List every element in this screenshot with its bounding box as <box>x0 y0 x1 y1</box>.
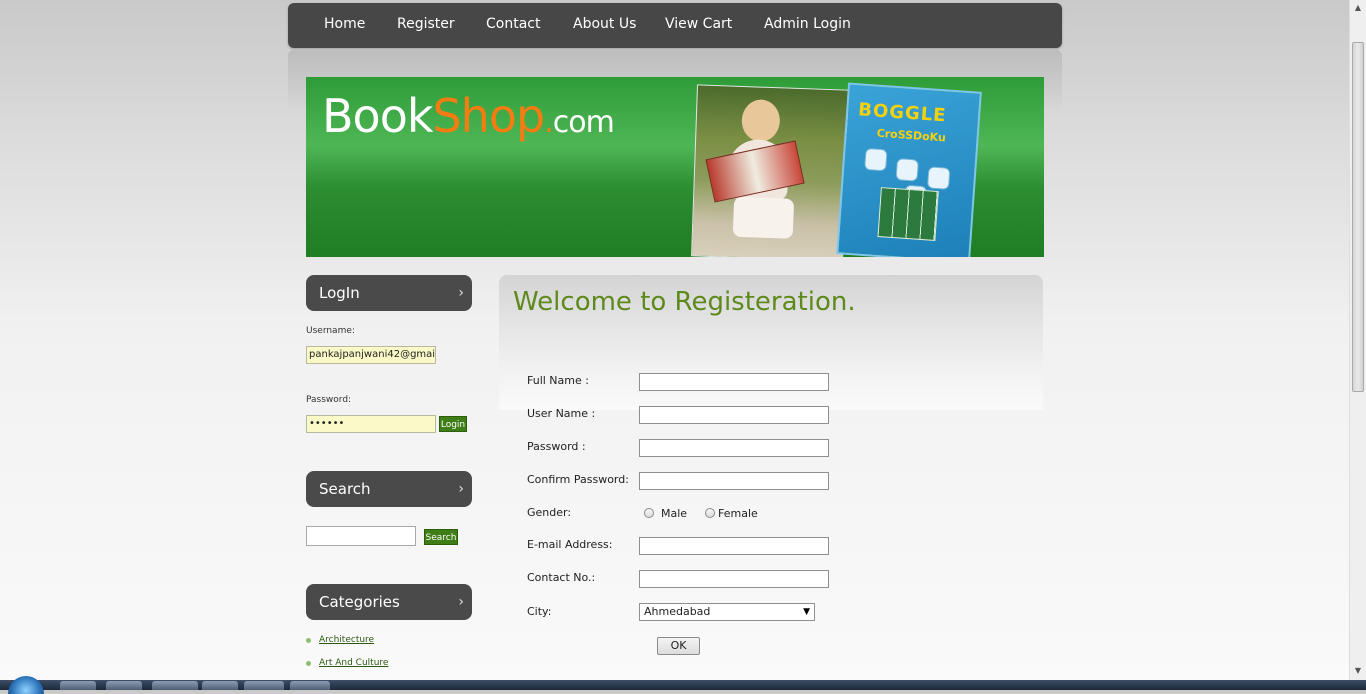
taskbar-app-button[interactable] <box>152 681 198 690</box>
confirm-password-input[interactable] <box>639 472 829 490</box>
logo-com-text: com <box>552 105 615 140</box>
gender-male-radio[interactable] <box>644 508 654 518</box>
password-field-label: Password : <box>527 440 586 453</box>
logo-dot-text: . <box>544 105 553 140</box>
dropdown-arrow-icon: ▼ <box>803 607 810 617</box>
nav-view-cart-link[interactable]: View Cart <box>665 3 732 48</box>
search-header-label: Search <box>319 480 371 498</box>
user-name-label: User Name : <box>527 407 596 420</box>
email-label: E-mail Address: <box>527 538 613 551</box>
full-name-label: Full Name : <box>527 374 589 387</box>
taskbar-app-button[interactable] <box>202 681 238 690</box>
taskbar-app-button[interactable] <box>106 681 142 690</box>
die-icon <box>864 147 888 172</box>
die-icon <box>895 158 919 182</box>
os-taskbar <box>0 676 1366 694</box>
user-name-input[interactable] <box>639 406 829 424</box>
gender-female-radio[interactable] <box>705 508 715 518</box>
vertical-scrollbar[interactable]: ▲ ▼ <box>1349 0 1366 680</box>
girl-reading-photo <box>691 84 849 257</box>
book-image <box>705 140 805 203</box>
category-link-architecture[interactable]: Architecture <box>306 635 374 645</box>
scroll-down-icon[interactable]: ▼ <box>1350 663 1366 679</box>
contact-input[interactable] <box>639 570 829 588</box>
search-panel-header: Search › <box>306 471 472 507</box>
login-button[interactable]: Login <box>439 416 467 432</box>
site-logo[interactable]: BookShop.com <box>322 89 615 143</box>
login-panel-header: LogIn › <box>306 275 472 311</box>
categories-header-label: Categories <box>319 593 400 611</box>
gender-label: Gender: <box>527 506 572 519</box>
logo-book-text: Book <box>322 89 433 143</box>
taskbar-app-button[interactable] <box>60 681 96 690</box>
chevron-right-icon: › <box>458 285 464 301</box>
password-input[interactable]: •••••• <box>306 415 436 433</box>
game-subtitle-text: CroSSDoKu <box>876 126 947 145</box>
taskbar-app-button[interactable] <box>290 681 330 690</box>
scroll-up-icon[interactable]: ▲ <box>1350 0 1366 16</box>
top-nav: Home Register Contact About Us View Cart… <box>288 3 1062 48</box>
city-select[interactable]: Ahmedabad ▼ <box>639 603 815 621</box>
city-label: City: <box>527 605 552 618</box>
die-icon <box>926 166 951 190</box>
site-banner: BookShop.com BOGGLE CroSSDoKu <box>306 77 1044 257</box>
gender-female-label: Female <box>718 507 758 520</box>
gender-male-label: Male <box>661 507 688 520</box>
email-input[interactable] <box>639 537 829 555</box>
scroll-thumb[interactable] <box>1352 42 1364 392</box>
chevron-right-icon: › <box>458 481 464 497</box>
nav-register-link[interactable]: Register <box>397 3 455 48</box>
boggle-game-box-image: BOGGLE CroSSDoKu <box>836 82 982 257</box>
category-link-art-and-culture[interactable]: Art And Culture <box>306 658 388 668</box>
search-button[interactable]: Search <box>424 529 458 545</box>
ok-submit-button[interactable]: OK <box>657 637 700 655</box>
grid-board-icon <box>877 187 939 242</box>
search-input[interactable] <box>306 526 416 546</box>
username-input[interactable]: pankajpanjwani42@gmai <box>306 346 436 364</box>
page-title: Welcome to Registeration. <box>513 287 856 317</box>
chevron-right-icon: › <box>458 594 464 610</box>
nav-home-link[interactable]: Home <box>324 3 365 48</box>
nav-about-link[interactable]: About Us <box>573 3 636 48</box>
nav-admin-login-link[interactable]: Admin Login <box>764 3 851 48</box>
full-name-input[interactable] <box>639 373 829 391</box>
logo-shop-text: Shop <box>432 89 545 143</box>
contact-label: Contact No.: <box>527 571 596 584</box>
username-label: Username: <box>306 326 355 336</box>
password-field-input[interactable] <box>639 439 829 457</box>
taskbar-app-button[interactable] <box>244 681 284 690</box>
confirm-password-label: Confirm Password: <box>527 473 629 486</box>
login-header-label: LogIn <box>319 284 360 302</box>
game-title-text: BOGGLE <box>857 99 948 127</box>
nav-contact-link[interactable]: Contact <box>486 3 540 48</box>
password-label: Password: <box>306 395 352 405</box>
categories-panel-header: Categories › <box>306 584 472 620</box>
start-button-icon[interactable] <box>8 676 44 694</box>
city-selected-value: Ahmedabad <box>644 605 711 618</box>
